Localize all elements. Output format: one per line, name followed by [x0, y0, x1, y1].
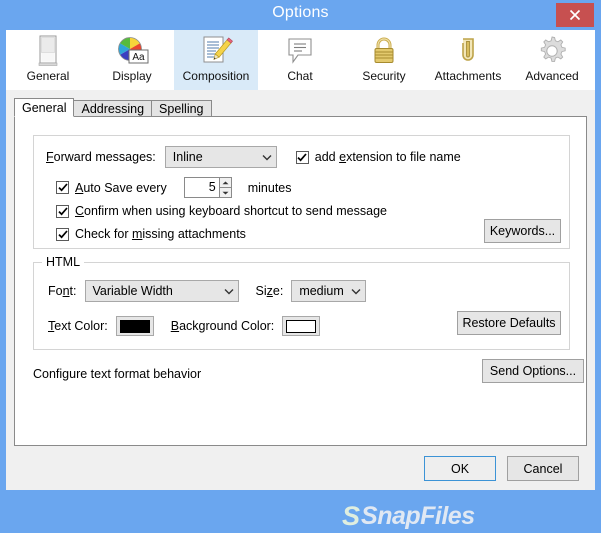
add-extension-label: add extension to file name [314, 150, 461, 164]
configure-text-row: Configure text format behavior [33, 367, 201, 381]
toolbar-item-advanced[interactable]: Advanced [510, 30, 594, 90]
font-row: Font: Variable Width Size: medium [48, 280, 367, 302]
snapfiles-logo-icon: S [342, 500, 360, 531]
size-select[interactable]: medium [291, 280, 367, 302]
document-pencil-icon [199, 33, 233, 69]
toolbar-item-security[interactable]: Security [342, 30, 426, 90]
send-options-button[interactable]: Send Options... [482, 359, 584, 383]
toolbar-item-label: Chat [287, 69, 313, 83]
tab-addressing[interactable]: Addressing [73, 100, 153, 117]
options-dialog-window: Options General Aa Display Composition C… [0, 0, 601, 531]
toolbar-item-label: Attachments [434, 69, 502, 83]
tab-spelling[interactable]: Spelling [151, 100, 212, 117]
close-button[interactable] [556, 3, 594, 27]
stepper-down-button[interactable] [218, 188, 232, 198]
chevron-down-icon [258, 154, 276, 161]
tab-strip: General Addressing Spelling [14, 98, 212, 117]
paperclip-icon [455, 33, 481, 69]
background-color-swatch[interactable] [282, 316, 321, 336]
forward-messages-label: Forward messages: [46, 150, 156, 164]
chevron-down-icon [220, 288, 238, 295]
html-group: HTML Font: Variable Width Size: medium T… [33, 255, 570, 350]
forward-messages-select[interactable]: Inline [164, 146, 277, 168]
window-title: Options [272, 4, 329, 21]
stepper-buttons [218, 177, 232, 198]
monitor-icon [35, 33, 61, 69]
toolbar-item-label: General [26, 69, 70, 83]
colors-row: Text Color: Background Color: [48, 316, 321, 336]
cancel-button[interactable]: Cancel [507, 456, 579, 481]
close-icon [569, 9, 581, 21]
general-options-group: Forward messages: Inline add extension t… [33, 135, 570, 249]
html-group-title: HTML [42, 255, 85, 269]
add-extension-checkbox[interactable] [295, 150, 309, 164]
title-bar: Options [0, 0, 601, 30]
configure-text-label: Configure text format behavior [33, 367, 202, 381]
ok-button[interactable]: OK [424, 456, 496, 481]
watermark-text: SnapFiles [361, 501, 475, 530]
confirm-shortcut-row: Confirm when using keyboard shortcut to … [56, 204, 387, 218]
check-attachments-row: Check for missing attachments [56, 227, 246, 241]
auto-save-minutes-input[interactable]: 5 [183, 177, 220, 198]
stepper-up-button[interactable] [218, 177, 232, 188]
toolbar-item-display[interactable]: Aa Display [90, 30, 174, 90]
font-label: Font: [48, 284, 77, 298]
toolbar-item-chat[interactable]: Chat [258, 30, 342, 90]
confirm-shortcut-checkbox[interactable] [56, 204, 69, 218]
text-color-swatch[interactable] [115, 316, 154, 336]
toolbar-item-label: Composition [182, 69, 250, 83]
auto-save-label: Auto Save every [75, 180, 167, 195]
text-color-label: Text Color: [48, 319, 108, 333]
restore-defaults-button[interactable]: Restore Defaults [457, 311, 561, 335]
toolbar-item-label: Display [112, 69, 152, 83]
auto-save-unit-label: minutes [247, 180, 292, 195]
gear-icon [536, 33, 568, 69]
size-value: medium [299, 284, 344, 298]
speech-bubble-icon [284, 33, 316, 69]
toolbar-item-composition[interactable]: Composition [174, 30, 258, 90]
size-label: Size: [255, 284, 284, 298]
keywords-button[interactable]: Keywords... [484, 219, 561, 243]
auto-save-checkbox[interactable] [56, 181, 69, 194]
snapfiles-watermark: S SnapFiles [342, 499, 552, 533]
dialog-footer: OK Cancel [6, 446, 595, 490]
toolbar-item-attachments[interactable]: Attachments [426, 30, 510, 90]
tab-page-general: Forward messages: Inline add extension t… [14, 116, 587, 531]
toolbar-item-label: Advanced [525, 69, 579, 83]
background-color-label: Background Color: [170, 319, 275, 333]
check-attachments-label: Check for missing attachments [75, 227, 246, 241]
font-value: Variable Width [92, 284, 173, 298]
forward-messages-row: Forward messages: Inline add extension t… [46, 146, 461, 168]
toolbar-item-general[interactable]: General [6, 30, 90, 90]
dialog-body-panel: General Addressing Spelling Forward mess… [6, 90, 595, 531]
padlock-icon [369, 33, 399, 69]
check-attachments-checkbox[interactable] [56, 227, 69, 241]
toolbar-item-label: Security [362, 69, 406, 83]
color-wheel-aa-icon: Aa [115, 33, 149, 69]
auto-save-minutes-stepper[interactable]: 5 [183, 177, 232, 198]
forward-messages-value: Inline [172, 150, 203, 164]
confirm-shortcut-label: Confirm when using keyboard shortcut to … [75, 204, 387, 218]
tab-general[interactable]: General [14, 98, 75, 117]
font-select[interactable]: Variable Width [84, 280, 239, 302]
chevron-down-icon [347, 288, 365, 295]
auto-save-row: Auto Save every 5 minutes [56, 177, 292, 198]
category-toolbar: General Aa Display Composition Chat Secu… [6, 30, 595, 90]
svg-text:Aa: Aa [132, 52, 145, 63]
